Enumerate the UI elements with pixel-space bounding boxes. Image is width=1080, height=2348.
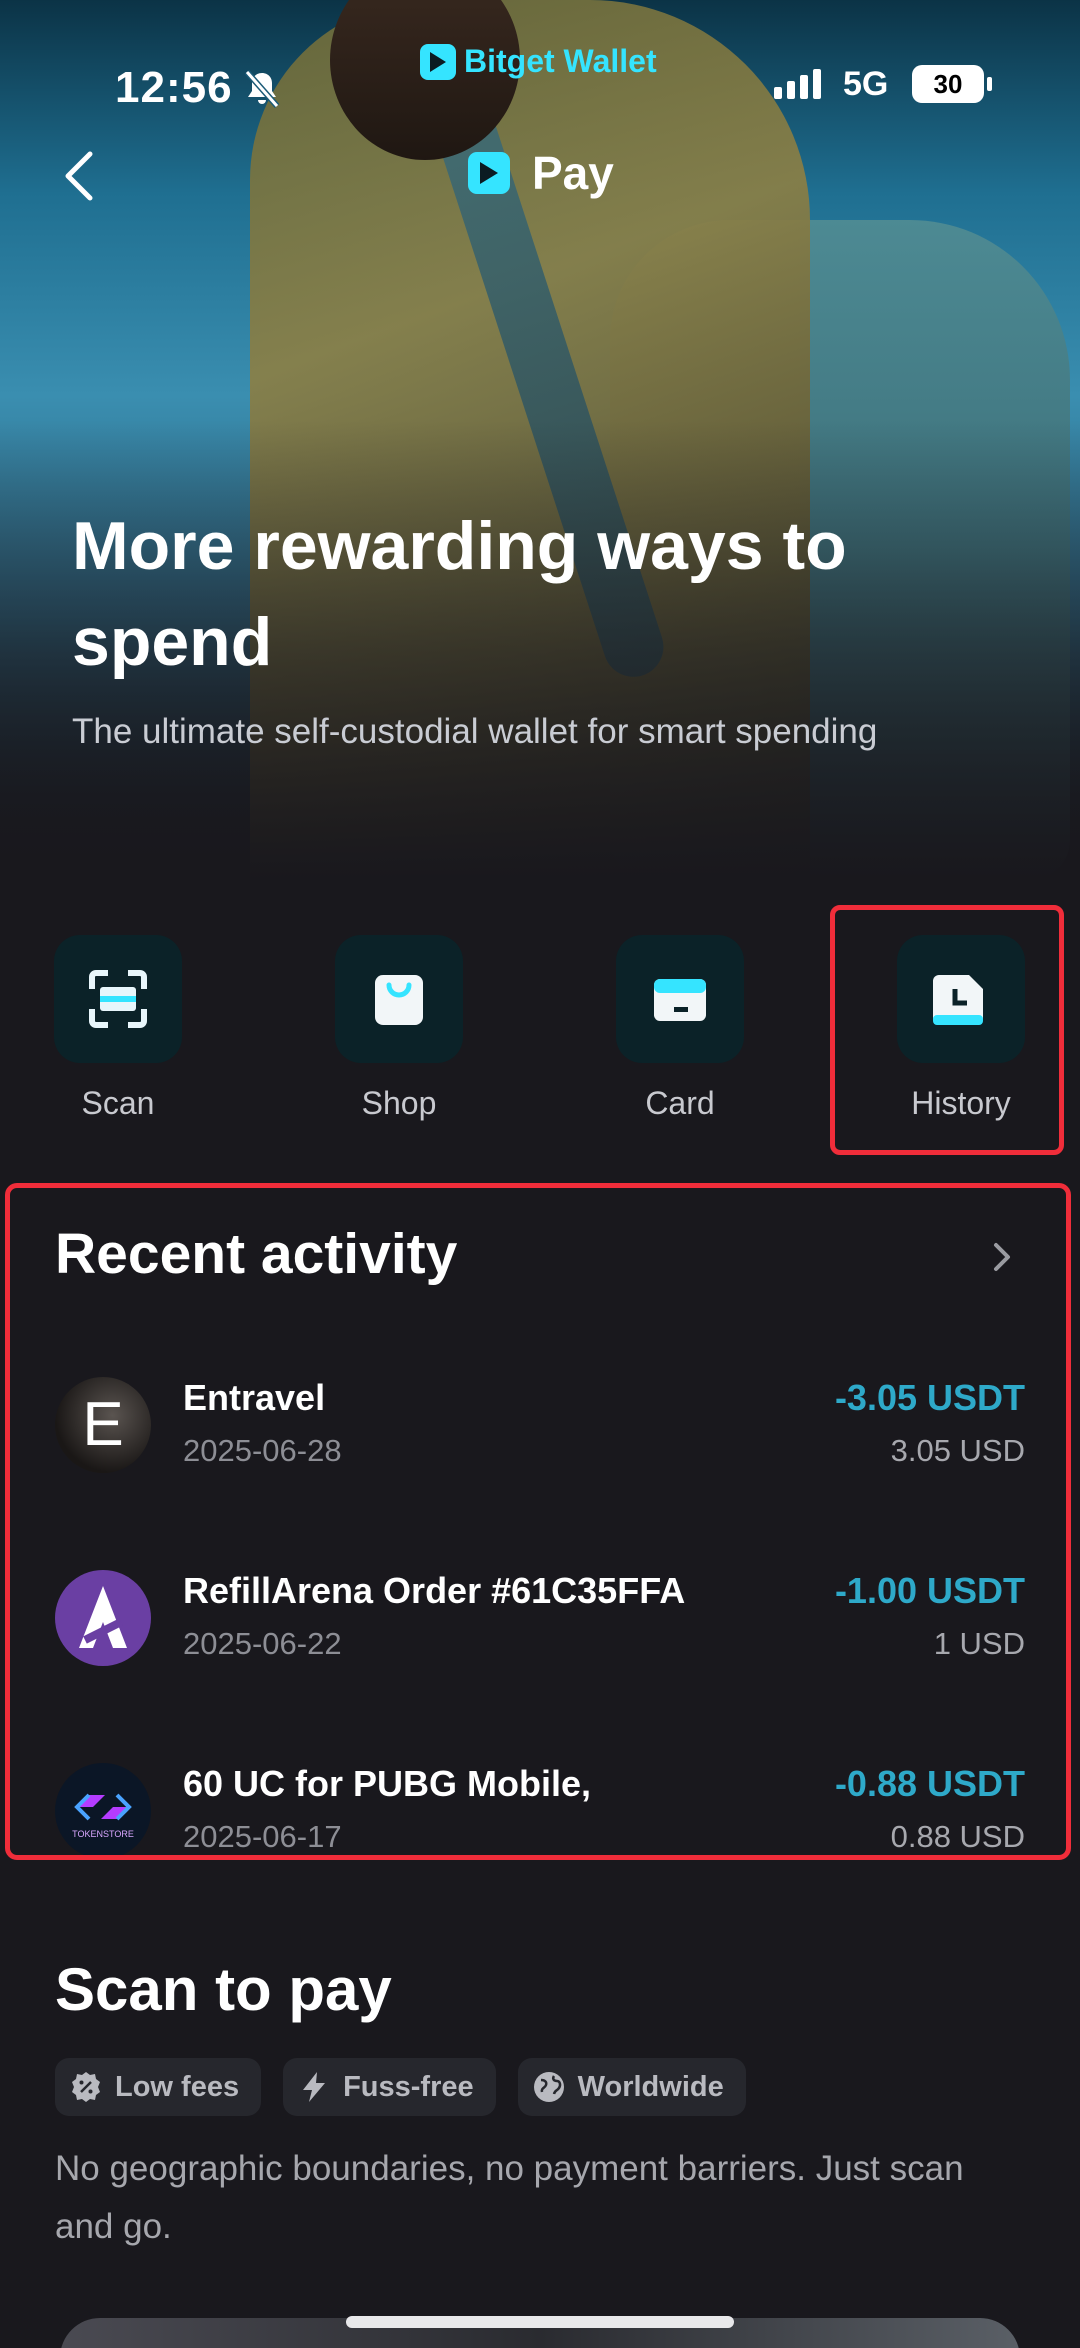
brand-name: Bitget Wallet [464, 43, 657, 79]
feature-chips: Low fees Fuss-free Worldwide [55, 2058, 746, 2116]
hero-title: More rewarding ways to spend [72, 508, 847, 680]
shopping-bag-icon [375, 975, 423, 1025]
silent-bell-icon [244, 70, 280, 108]
bitget-logo-icon [420, 43, 456, 80]
chip-fuss-free: Fuss-free [283, 2058, 496, 2116]
brand-badge: Bitget Wallet [420, 43, 657, 80]
battery-icon: 30 [912, 65, 992, 103]
chip-label: Worldwide [577, 2070, 724, 2103]
percent-badge-icon [72, 2072, 100, 2102]
back-arrow-icon[interactable] [56, 148, 106, 204]
chip-label: Low fees [115, 2070, 240, 2103]
scan-tile [54, 935, 182, 1063]
lightning-icon [303, 2072, 326, 2102]
hero-subtitle: The ultimate self-custodial wallet for s… [72, 712, 878, 751]
shop-tile [335, 935, 463, 1063]
card-tile [616, 935, 744, 1063]
card-icon [654, 979, 706, 1021]
scan-to-pay-title: Scan to pay [55, 1956, 392, 2023]
scan-action-button[interactable]: Scan [18, 935, 218, 1122]
nav-bar: Pay [0, 140, 1080, 210]
page-title-text: Pay [532, 147, 614, 199]
cellular-signal-icon [774, 69, 821, 99]
globe-icon [533, 2072, 564, 2102]
scan-to-pay-description: No geographic boundaries, no payment bar… [55, 2149, 964, 2246]
chip-label: Fuss-free [343, 2070, 474, 2103]
shop-action-button[interactable]: Shop [299, 935, 499, 1122]
status-bar: 12:56 Bitget Wallet 5G 30 [0, 43, 1080, 115]
page-title: Pay [468, 146, 614, 200]
chip-low-fees: Low fees [55, 2058, 262, 2116]
card-label: Card [645, 1085, 715, 1121]
chip-worldwide: Worldwide [517, 2058, 746, 2116]
recent-activity-highlight-box [5, 1183, 1071, 1860]
card-action-button[interactable]: Card [580, 935, 780, 1122]
shop-label: Shop [361, 1085, 437, 1121]
status-time: 12:56 [115, 63, 233, 112]
scan-label: Scan [81, 1085, 155, 1121]
history-highlight-box [830, 905, 1064, 1155]
pay-logo-icon [468, 152, 510, 194]
scan-icon [89, 970, 147, 1028]
home-indicator[interactable] [346, 2316, 734, 2328]
network-type: 5G [843, 65, 889, 103]
